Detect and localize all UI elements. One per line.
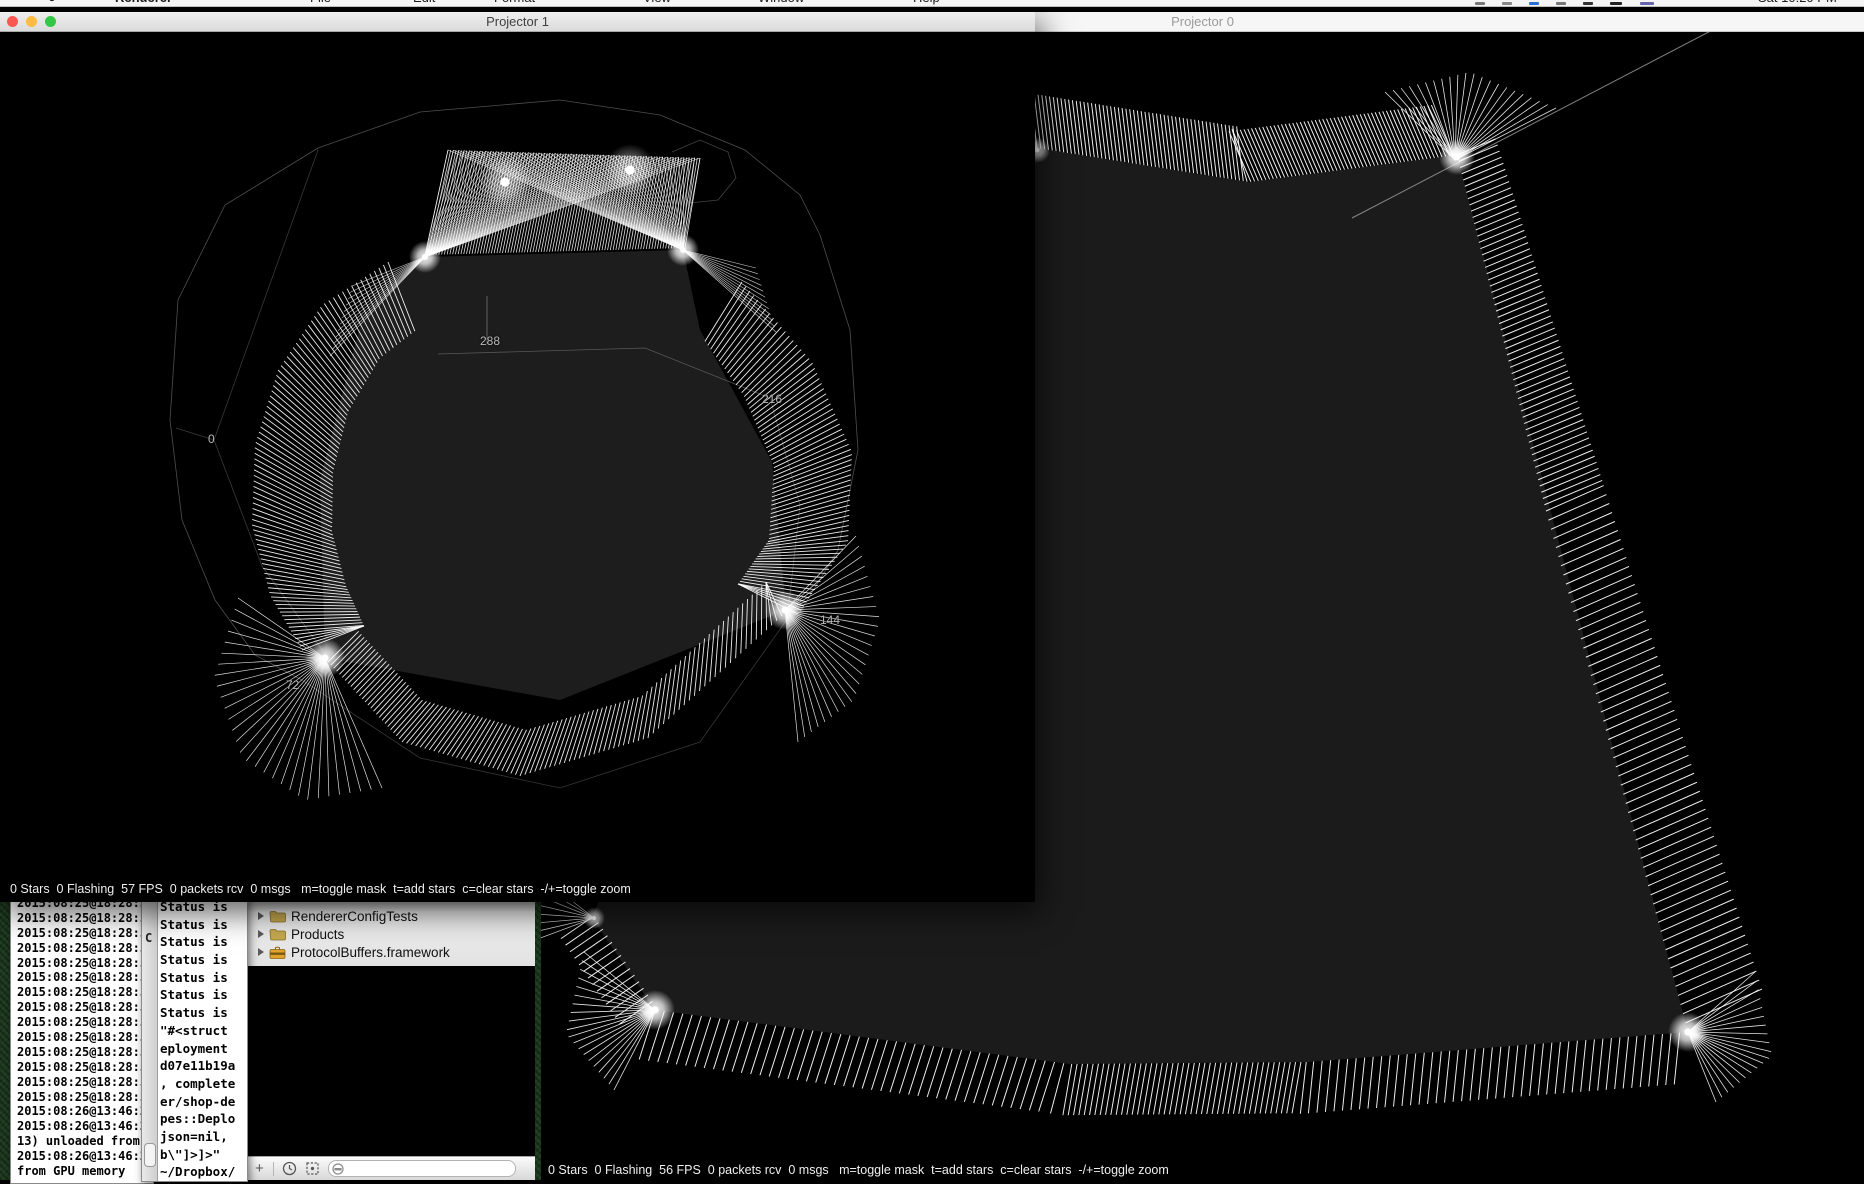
terminal-scroll-gutter[interactable]: C	[142, 897, 158, 1181]
terminal-line: 2015:08:25@18:28:5	[17, 1030, 153, 1045]
terminal-line: 2015:08:25@18:28:5	[17, 1075, 153, 1090]
status-icon[interactable]	[1583, 2, 1593, 5]
status-icon[interactable]	[1610, 2, 1622, 5]
terminal-line: 13) unloaded from GPU	[17, 1134, 153, 1149]
terminal-line: Status is	[160, 917, 247, 935]
scrollbar-thumb[interactable]	[144, 1143, 156, 1167]
terminal-status-window[interactable]: C Status isStatus isStatus isStatus isSt…	[141, 896, 248, 1182]
terminal-line: b\"]>]>"	[160, 1147, 247, 1165]
terminal-line: Status is	[160, 934, 247, 952]
project-navigator: RendererConfigTests Products ProtocolBuffe…	[246, 902, 535, 966]
disclosure-triangle-icon[interactable]	[258, 948, 264, 956]
navigator-item-label: Products	[291, 927, 344, 942]
terminal-line: 2015:08:25@18:28:5	[17, 970, 153, 985]
menu-window[interactable]: Window	[758, 0, 804, 6]
terminal-line: d07e11b19a	[160, 1058, 247, 1076]
navigator-bottom-bar: +	[246, 1156, 535, 1180]
terminal-line: , complete	[160, 1076, 247, 1094]
menu-file[interactable]: File	[310, 0, 331, 6]
add-button[interactable]: +	[255, 1160, 264, 1177]
terminal-line: 2015:08:25@18:28:5	[17, 941, 153, 956]
terminal-line: 2015:08:25@18:28:5	[17, 956, 153, 971]
projector1-window: 072144216288 Projector 1 0 Stars 0 Flash…	[0, 12, 1035, 902]
vertex-labels: 0 72 144 216 288	[0, 12, 1035, 902]
filter-circle-icon	[332, 1163, 344, 1175]
status-icon[interactable]	[1640, 2, 1654, 5]
terminal-line: er/shop-de	[160, 1094, 247, 1112]
vertex-angle-label: 72	[286, 678, 299, 692]
status-icon[interactable]	[1556, 2, 1566, 5]
vertex-angle-label: 216	[762, 392, 782, 406]
menu-help[interactable]: Help	[913, 0, 940, 6]
folder-icon	[269, 910, 286, 923]
filter-field[interactable]	[328, 1160, 516, 1177]
terminal-line: from GPU memory	[17, 1164, 153, 1179]
menu-clock[interactable]: Sat 10:20 PM	[1758, 0, 1837, 6]
terminal-line: 2015:08:25@18:28:5	[17, 985, 153, 1000]
terminal-line: ~/Dropbox/	[160, 1164, 247, 1182]
app-menu[interactable]: Renderer	[115, 0, 172, 6]
disclosure-triangle-icon[interactable]	[258, 912, 264, 920]
navigator-item-label: ProtocolBuffers.framework	[291, 945, 450, 960]
terminal-line: Status is	[160, 970, 247, 988]
terminal-line: 2015:08:26@13:46:20(	[17, 1119, 153, 1134]
vertex-angle-label: 288	[480, 334, 500, 348]
terminal-line: 2015:08:25@18:28:5	[17, 1090, 153, 1105]
menu-view[interactable]: View	[643, 0, 671, 6]
xcode-window: RendererConfigTests Products ProtocolBuffe…	[246, 902, 535, 1180]
menu-bar[interactable]: ● Renderer File Edit Format View Window …	[0, 0, 1864, 7]
vertex-angle-label: 0	[208, 432, 215, 446]
projector0-status: 0 Stars 0 Flashing 56 FPS 0 packets rcv …	[548, 1163, 1169, 1177]
terminal-line: 2015:08:25@18:28:5	[17, 911, 153, 926]
recent-clock-icon[interactable]	[282, 1161, 297, 1176]
terminal-line: 2015:08:26@13:46:20(	[17, 1149, 153, 1164]
apple-menu-icon[interactable]: ●	[48, 0, 56, 6]
projector1-status: 0 Stars 0 Flashing 57 FPS 0 packets rcv …	[10, 882, 631, 896]
navigator-row[interactable]: ProtocolBuffers.framework	[246, 943, 535, 961]
vertex-angle-label: 144	[820, 613, 840, 627]
terminal-line: "#<struct	[160, 1023, 247, 1041]
terminal-line: 2015:08:25@18:28:5	[17, 1015, 153, 1030]
terminal-line: Status is	[160, 952, 247, 970]
terminal-line: 2015:08:25@18:28:5	[17, 1000, 153, 1015]
divider	[273, 1162, 274, 1176]
terminal-line: eployment	[160, 1041, 247, 1059]
status-icon[interactable]	[1475, 2, 1485, 5]
status-icon[interactable]	[1502, 2, 1512, 5]
gutter-char: C	[145, 931, 152, 945]
navigator-row[interactable]: Products	[246, 925, 535, 943]
status-icon[interactable]	[1529, 2, 1539, 5]
terminal-line: Status is	[160, 987, 247, 1005]
disclosure-triangle-icon[interactable]	[258, 930, 264, 938]
navigator-row[interactable]: RendererConfigTests	[246, 907, 535, 925]
terminal-line: 2015:08:25@18:28:5	[17, 1045, 153, 1060]
terminal-line: pes::Deplo	[160, 1111, 247, 1129]
scm-box-icon[interactable]	[305, 1161, 320, 1176]
menu-edit[interactable]: Edit	[413, 0, 435, 6]
terminal-line: 2015:08:26@13:46:20(	[17, 1104, 153, 1119]
navigator-item-label: RendererConfigTests	[291, 909, 418, 924]
terminal-line: 2015:08:25@18:28:5	[17, 1060, 153, 1075]
framework-toolbox-icon	[269, 946, 286, 959]
terminal-log-window[interactable]: 2015:08:25@18:28:52015:08:25@18:28:52015…	[10, 893, 154, 1184]
terminal-line: 2015:08:25@18:28:5	[17, 926, 153, 941]
terminal-line: Status is	[160, 1005, 247, 1023]
menu-format[interactable]: Format	[494, 0, 535, 6]
folder-icon	[269, 928, 286, 941]
terminal-line: json=nil,	[160, 1129, 247, 1147]
